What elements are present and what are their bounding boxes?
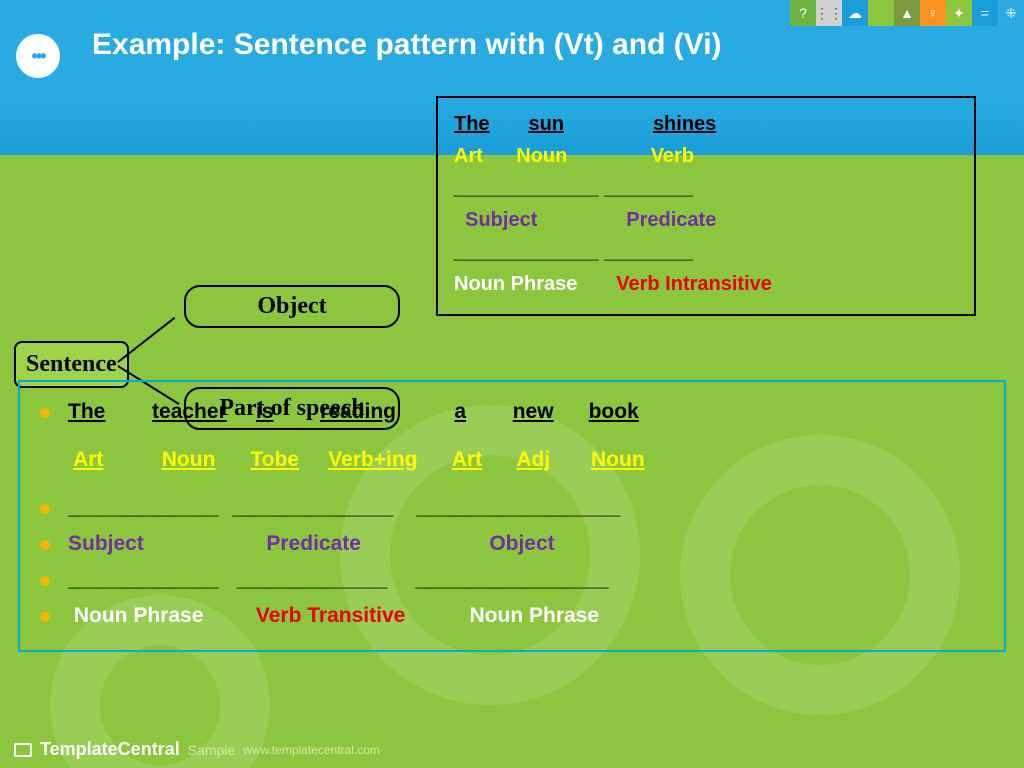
label-noun-phrase: Noun Phrase [454, 268, 577, 300]
footer-brand: TemplateCentral [40, 739, 180, 760]
monitor-icon [14, 743, 32, 757]
role-predicate: Predicate [626, 204, 716, 236]
word-is: is [256, 400, 274, 423]
divider-line: _____________ ________ [454, 172, 958, 204]
label-verb-intransitive: Verb Intransitive [616, 268, 772, 300]
bullet-icon [40, 612, 50, 622]
bullet-icon [40, 504, 50, 514]
word-reading: reading [320, 400, 396, 423]
pos-noun: Noun [591, 448, 645, 471]
role-subject: Subject [68, 532, 144, 555]
logo-icon: ••• [16, 34, 60, 78]
divider-line: _____________ ________ [454, 236, 958, 268]
label-verb-transitive: Verb Transitive [256, 604, 405, 627]
word-teacher: teacher [152, 400, 227, 423]
footer: TemplateCentral Sample www.templatecentr… [14, 739, 380, 760]
pos-tobe: Tobe [250, 448, 299, 471]
pos-verbing: Verb+ing [328, 448, 417, 471]
chart-icon[interactable]: ▲ [894, 0, 920, 26]
bulb-icon[interactable]: ♀ [920, 0, 946, 26]
label-noun-phrase: Noun Phrase [470, 604, 600, 627]
pos-noun: Noun [516, 140, 567, 172]
pos-adj: Adj [516, 448, 550, 471]
divider-line: ______________ _______________ _________… [68, 496, 984, 520]
pos-verb: Verb [651, 140, 694, 172]
bullet-icon [40, 540, 50, 550]
person-icon[interactable]: ✦ [946, 0, 972, 26]
equals-icon[interactable]: = [972, 0, 998, 26]
role-object: Object [489, 532, 554, 555]
label-noun-phrase: Noun Phrase [74, 604, 204, 627]
help-icon[interactable]: ? [790, 0, 816, 26]
word-the: The [454, 108, 490, 140]
pos-art: Art [73, 448, 103, 471]
word-shines: shines [653, 108, 716, 140]
pos-noun: Noun [162, 448, 216, 471]
object-box: Object [184, 285, 400, 328]
footer-sample: Sample [188, 742, 235, 758]
word-new: new [513, 400, 554, 423]
toolbar: ? ⋮⋮ ☁ ▲ ♀ ✦ = ⁜ [790, 0, 1024, 26]
role-predicate: Predicate [266, 532, 361, 555]
bubble-icon[interactable]: ☁ [842, 0, 868, 26]
bullet-icon [40, 576, 50, 586]
blank-icon[interactable] [868, 0, 894, 26]
example-2-box: The teacher is reading a new book Art No… [18, 380, 1006, 652]
example-1-box: The sun shines Art Noun Verb ___________… [436, 96, 976, 316]
grid-icon[interactable]: ⋮⋮ [816, 0, 842, 26]
bullet-icon [40, 408, 50, 418]
dots-icon[interactable]: ⁜ [998, 0, 1024, 26]
page-title: Example: Sentence pattern with (Vt) and … [92, 28, 722, 62]
word-sun: sun [528, 108, 564, 140]
divider-line: ______________ ______________ __________… [68, 568, 984, 592]
role-subject: Subject [465, 204, 537, 236]
pos-art: Art [452, 448, 482, 471]
word-book: book [589, 400, 639, 423]
word-a: a [454, 400, 466, 423]
footer-url: www.templatecentral.com [243, 743, 380, 757]
pos-art: Art [454, 140, 483, 172]
word-the: The [68, 400, 105, 423]
